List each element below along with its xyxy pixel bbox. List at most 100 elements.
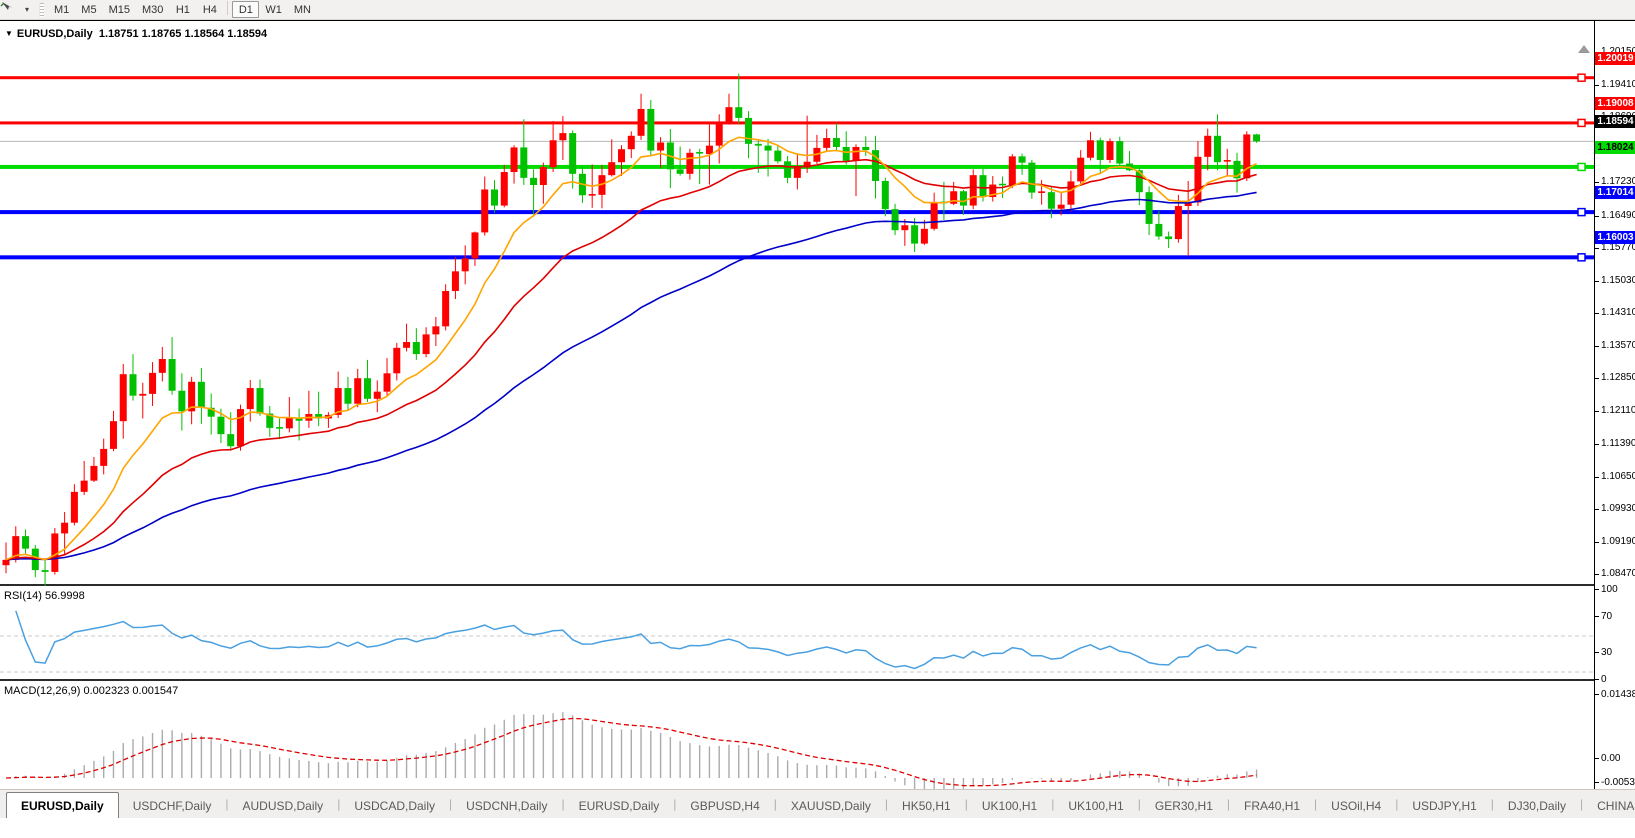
hline-price-badge: 1.20019	[1595, 52, 1635, 65]
candle-body	[1243, 134, 1250, 178]
chart-menu-caret[interactable]: ▼	[5, 29, 13, 38]
candle-body	[823, 138, 830, 148]
chart-tab-USDCHF-Daily[interactable]: USDCHF,Daily	[119, 794, 226, 818]
support-resistance-line	[0, 255, 1594, 259]
candle-body	[462, 258, 469, 271]
chart-cursor-icon[interactable]	[3, 2, 21, 18]
macd-histogram	[6, 712, 1257, 789]
candle-body	[520, 147, 527, 177]
timeframe-button-H4[interactable]: H4	[196, 1, 223, 18]
timeframe-button-M5[interactable]: M5	[75, 1, 102, 18]
rsi-label: RSI(14) 56.9998	[4, 590, 85, 602]
timeframe-button-M1[interactable]: M1	[48, 1, 75, 18]
price-tick-mark	[1595, 509, 1599, 510]
rsi-tick-label: 0	[1601, 674, 1607, 685]
timeframe-button-H1[interactable]: H1	[169, 1, 196, 18]
line-drag-handle	[1578, 163, 1585, 170]
price-tick-label: 1.12110	[1601, 405, 1635, 416]
chart-tab-EURUSD-Daily[interactable]: EURUSD,Daily	[565, 794, 674, 818]
chart-tab-USDCAD-Daily[interactable]: USDCAD,Daily	[340, 794, 449, 818]
candle-body	[1107, 141, 1114, 160]
chart-tab-HK50-H1[interactable]: HK50,H1	[888, 794, 965, 818]
price-tick-mark	[1595, 378, 1599, 379]
rsi-tick-label: 30	[1601, 647, 1612, 658]
price-chart-pane: ▼EURUSD,Daily 1.18751 1.18765 1.18564 1.…	[0, 22, 1594, 586]
chart-tab-FRA40-H1[interactable]: FRA40,H1	[1230, 794, 1314, 818]
candle-body	[227, 434, 234, 446]
hline-price-badge: 1.16003	[1595, 231, 1635, 244]
candle-body	[120, 374, 127, 421]
candle-body	[413, 342, 420, 354]
candle-body	[159, 359, 166, 373]
candle-body	[540, 167, 547, 185]
candle-body	[628, 136, 635, 149]
moving-average-line	[6, 160, 1257, 560]
candle-body	[22, 536, 29, 549]
candle-body	[765, 146, 772, 151]
timeframe-button-M30[interactable]: M30	[136, 1, 169, 18]
macd-label: MACD(12,26,9) 0.002323 0.001547	[4, 685, 178, 697]
chart-tab-USDCNH-Daily[interactable]: USDCNH,Daily	[452, 794, 561, 818]
line-drag-handle	[1578, 209, 1585, 216]
price-tick-mark	[1595, 313, 1599, 314]
price-tick-mark	[1595, 182, 1599, 183]
candle-body	[1253, 134, 1260, 141]
candle-body	[1058, 205, 1065, 209]
chart-tab-USDJPY-H1[interactable]: USDJPY,H1	[1398, 794, 1490, 818]
chart-tab-UK100-H1[interactable]: UK100,H1	[1054, 794, 1137, 818]
chart-tab-CHINA300-H1[interactable]: CHINA300,H1	[1583, 794, 1635, 818]
support-resistance-line	[0, 210, 1594, 214]
timeframe-button-D1[interactable]: D1	[232, 1, 259, 18]
candle-body	[130, 374, 137, 395]
chart-tab-UK100-H1[interactable]: UK100,H1	[968, 794, 1051, 818]
chart-title-ohlc: 1.18751 1.18765 1.18564 1.18594	[99, 28, 267, 40]
chart-tab-DJ30-Daily[interactable]: DJ30,Daily	[1494, 794, 1580, 818]
price-axis[interactable]: 1.201501.194101.186901.179501.172301.164…	[1594, 21, 1635, 789]
candle-body	[755, 144, 762, 146]
candle-body	[384, 373, 391, 391]
candle-body	[833, 138, 840, 147]
timeframe-button-W1[interactable]: W1	[259, 1, 288, 18]
price-tick-label: 1.14310	[1601, 307, 1635, 318]
chart-tab-GBPUSD-H4[interactable]: GBPUSD,H4	[676, 794, 773, 818]
candle-body	[354, 378, 361, 403]
chart-tab-GER30-H1[interactable]: GER30,H1	[1141, 794, 1227, 818]
price-tick-mark	[1595, 477, 1599, 478]
price-tick-label: 1.09930	[1601, 503, 1635, 514]
price-tick-label: 1.11390	[1601, 438, 1635, 449]
rsi-canvas[interactable]	[0, 588, 1594, 681]
hline-price-badge: 1.18024	[1595, 141, 1635, 154]
candle-body	[892, 209, 899, 230]
candle-body	[862, 147, 869, 150]
timeframe-button-MN[interactable]: MN	[288, 1, 317, 18]
timeframe-button-M15[interactable]: M15	[103, 1, 136, 18]
candle-body	[911, 225, 918, 243]
candle-body	[716, 122, 723, 146]
chart-tab-AUDUSD-Daily[interactable]: AUDUSD,Daily	[229, 794, 338, 818]
price-tick-mark	[1595, 85, 1599, 86]
toolbar-dropdown-caret[interactable]: ▾	[21, 5, 33, 14]
price-chart-canvas[interactable]	[0, 22, 1594, 586]
chart-tab-XAUUSD-Daily[interactable]: XAUUSD,Daily	[777, 794, 885, 818]
candle-body	[882, 181, 889, 209]
chart-tab-EURUSD-Daily[interactable]: EURUSD,Daily	[6, 792, 119, 818]
candle-body	[559, 133, 566, 140]
macd-canvas[interactable]	[0, 683, 1594, 789]
macd-tick-mark	[1595, 758, 1599, 759]
candle-body	[257, 388, 264, 413]
candle-body	[90, 466, 97, 481]
candle-body	[677, 169, 684, 173]
candle-body	[931, 202, 938, 228]
candle-body	[169, 359, 176, 391]
candle-body	[843, 147, 850, 161]
toolbar-grip-handle[interactable]	[39, 3, 44, 17]
price-tick-mark	[1595, 281, 1599, 282]
candle-body	[217, 417, 224, 434]
candle-body	[530, 178, 537, 185]
chart-tab-USOil-H4[interactable]: USOil,H4	[1317, 794, 1395, 818]
candle-body	[501, 172, 508, 206]
candle-body	[784, 161, 791, 178]
candle-body	[921, 229, 928, 244]
candle-body	[511, 147, 518, 172]
candle-body	[149, 373, 156, 394]
